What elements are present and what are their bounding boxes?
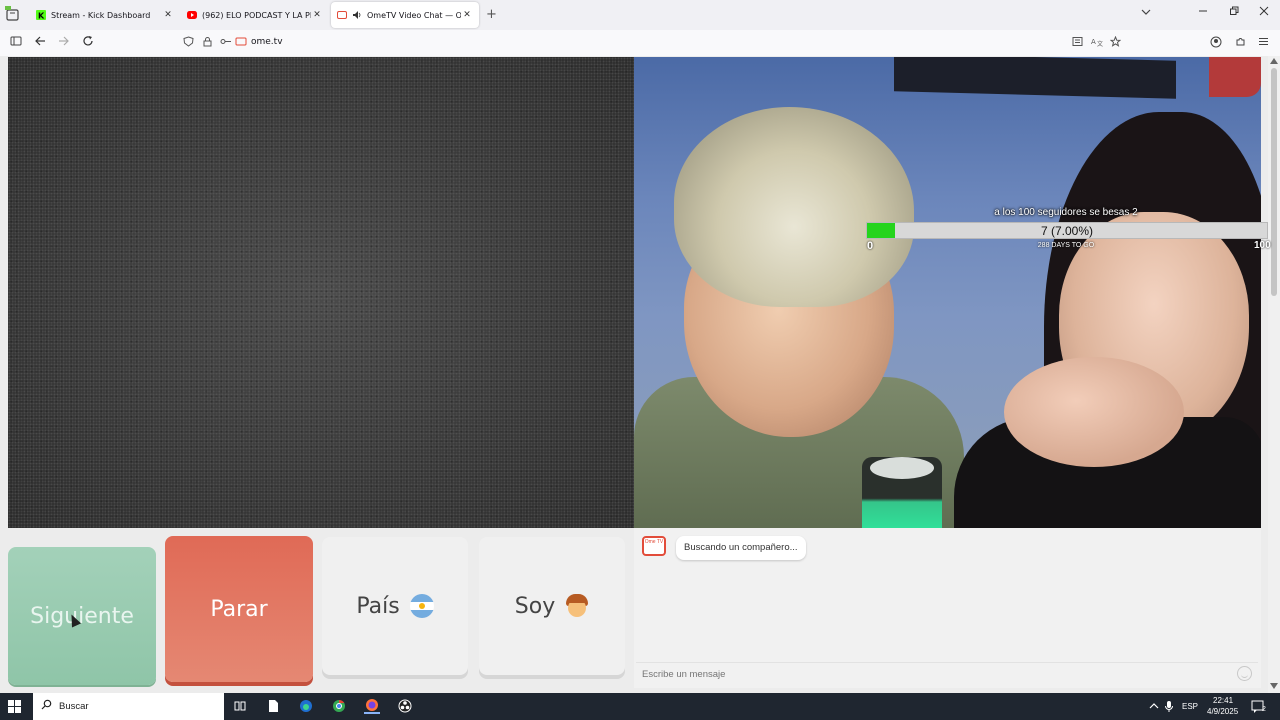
chat-status-message: Buscando un compañero...	[676, 536, 806, 560]
speaker-icon[interactable]	[352, 10, 362, 20]
person-right-hand	[1004, 357, 1184, 467]
partner-video	[634, 57, 1261, 528]
microphone-icon[interactable]	[1164, 700, 1174, 715]
argentina-flag-icon	[409, 594, 434, 618]
back-icon[interactable]	[34, 35, 46, 50]
country-button[interactable]: País	[322, 537, 468, 675]
camera-sharing-icon[interactable]	[235, 36, 247, 50]
goal-max-label: 100	[1254, 240, 1271, 251]
close-tab-icon[interactable]: ✕	[461, 10, 473, 20]
goal-progress-bar: 7 (7.00%)	[866, 222, 1268, 239]
next-button[interactable]: Siguiente	[8, 547, 156, 685]
translate-icon[interactable]: A文	[1091, 36, 1103, 50]
permissions-icon[interactable]	[220, 36, 232, 50]
url-text[interactable]: ome.tv	[251, 37, 283, 47]
obs-icon[interactable]	[397, 698, 413, 714]
clock-time[interactable]: 22:41	[1213, 696, 1233, 705]
gender-button[interactable]: Soy	[479, 537, 625, 675]
scroll-thumb[interactable]	[1271, 68, 1277, 296]
stop-button-label: Parar	[210, 596, 268, 622]
tab-title: OmeTV Video Chat — Ome	[367, 10, 461, 20]
close-window-icon[interactable]	[1259, 6, 1269, 19]
svg-text:K: K	[38, 12, 45, 21]
local-video-static	[8, 57, 634, 528]
svg-text:文: 文	[1097, 40, 1103, 47]
windows-taskbar: Buscar ESP 22:41 4/9/2025 2	[0, 693, 1280, 720]
browser-tab-strip: K Stream - Kick Dashboard ✕ (962) ELO PO…	[0, 0, 1280, 30]
taskbar-search[interactable]: Buscar	[33, 693, 224, 720]
page-scrollbar[interactable]	[1268, 56, 1280, 693]
chrome-icon[interactable]	[331, 698, 347, 714]
new-tab-button[interactable]: +	[486, 7, 497, 22]
language-indicator[interactable]: ESP	[1182, 702, 1198, 711]
close-tab-icon[interactable]: ✕	[162, 10, 174, 20]
sidebar-icon[interactable]	[10, 35, 22, 50]
extensions-icon[interactable]	[1235, 36, 1246, 50]
ometv-icon	[337, 10, 347, 20]
goal-min-label: 0	[867, 240, 874, 252]
taskbar-search-placeholder: Buscar	[59, 701, 89, 712]
menu-icon[interactable]	[1258, 36, 1269, 50]
firefox-icon[interactable]	[364, 698, 380, 714]
tab-title: Stream - Kick Dashboard	[51, 10, 151, 20]
svg-text:A: A	[1091, 38, 1096, 46]
lock-icon[interactable]	[202, 36, 213, 50]
bookmark-star-icon[interactable]	[1109, 35, 1122, 50]
tracking-protection-icon[interactable]	[183, 36, 194, 50]
clock-date[interactable]: 4/9/2025	[1207, 707, 1238, 716]
stop-button[interactable]: Parar	[165, 536, 313, 682]
edge-icon[interactable]	[298, 698, 314, 714]
close-tab-icon[interactable]: ✕	[311, 10, 323, 20]
emoji-icon[interactable]	[1237, 666, 1252, 681]
follower-goal-overlay: a los 100 seguidores se besas 2 7 (7.00%…	[866, 205, 1271, 255]
ometv-logo-icon: Ome TV	[642, 536, 666, 556]
goal-days-label: 288 DAYS TO GO	[1037, 242, 1095, 249]
scroll-down-icon[interactable]	[1270, 683, 1278, 691]
youtube-icon	[187, 10, 197, 20]
next-button-label: Siguiente	[30, 603, 134, 629]
task-view-icon[interactable]	[232, 698, 248, 714]
tab-youtube-podcast[interactable]: (962) ELO PODCAST Y LA PEOR ✕	[181, 2, 329, 28]
sidebar-toggle-icon[interactable]	[5, 6, 21, 24]
reader-view-icon[interactable]	[1072, 36, 1083, 50]
account-icon[interactable]	[1210, 36, 1222, 51]
forward-icon[interactable]	[58, 35, 70, 50]
boy-emoji-icon	[565, 594, 589, 618]
goal-title: a los 100 seguidores se besas 2	[994, 207, 1138, 218]
wall-poster	[1209, 57, 1261, 97]
restore-icon[interactable]	[1229, 6, 1239, 19]
tab-title: (962) ELO PODCAST Y LA PEOR	[202, 10, 311, 20]
wall-tv	[894, 57, 1176, 99]
chat-message-input[interactable]	[636, 662, 1258, 686]
tumbler-lid	[870, 457, 934, 479]
kick-logo-icon: K	[36, 10, 46, 20]
goal-progress-label: 7 (7.00%)	[1040, 224, 1094, 238]
chevron-down-icon[interactable]	[1141, 8, 1151, 19]
navigation-bar: ome.tv A文	[0, 30, 1280, 56]
gender-button-label: Soy	[514, 593, 556, 619]
file-icon[interactable]	[265, 698, 281, 714]
minimize-icon[interactable]	[1198, 6, 1208, 19]
tray-overflow-icon[interactable]	[1149, 702, 1159, 712]
tab-kick-dashboard[interactable]: K Stream - Kick Dashboard ✕	[30, 2, 180, 28]
scroll-up-icon[interactable]	[1270, 58, 1278, 66]
notification-count: 2	[1262, 706, 1266, 713]
country-button-label: País	[356, 593, 400, 619]
reload-icon[interactable]	[82, 35, 94, 50]
search-icon	[41, 699, 52, 713]
tab-ometv[interactable]: OmeTV Video Chat — Ome ✕	[331, 2, 479, 28]
windows-start-icon[interactable]	[8, 700, 22, 714]
